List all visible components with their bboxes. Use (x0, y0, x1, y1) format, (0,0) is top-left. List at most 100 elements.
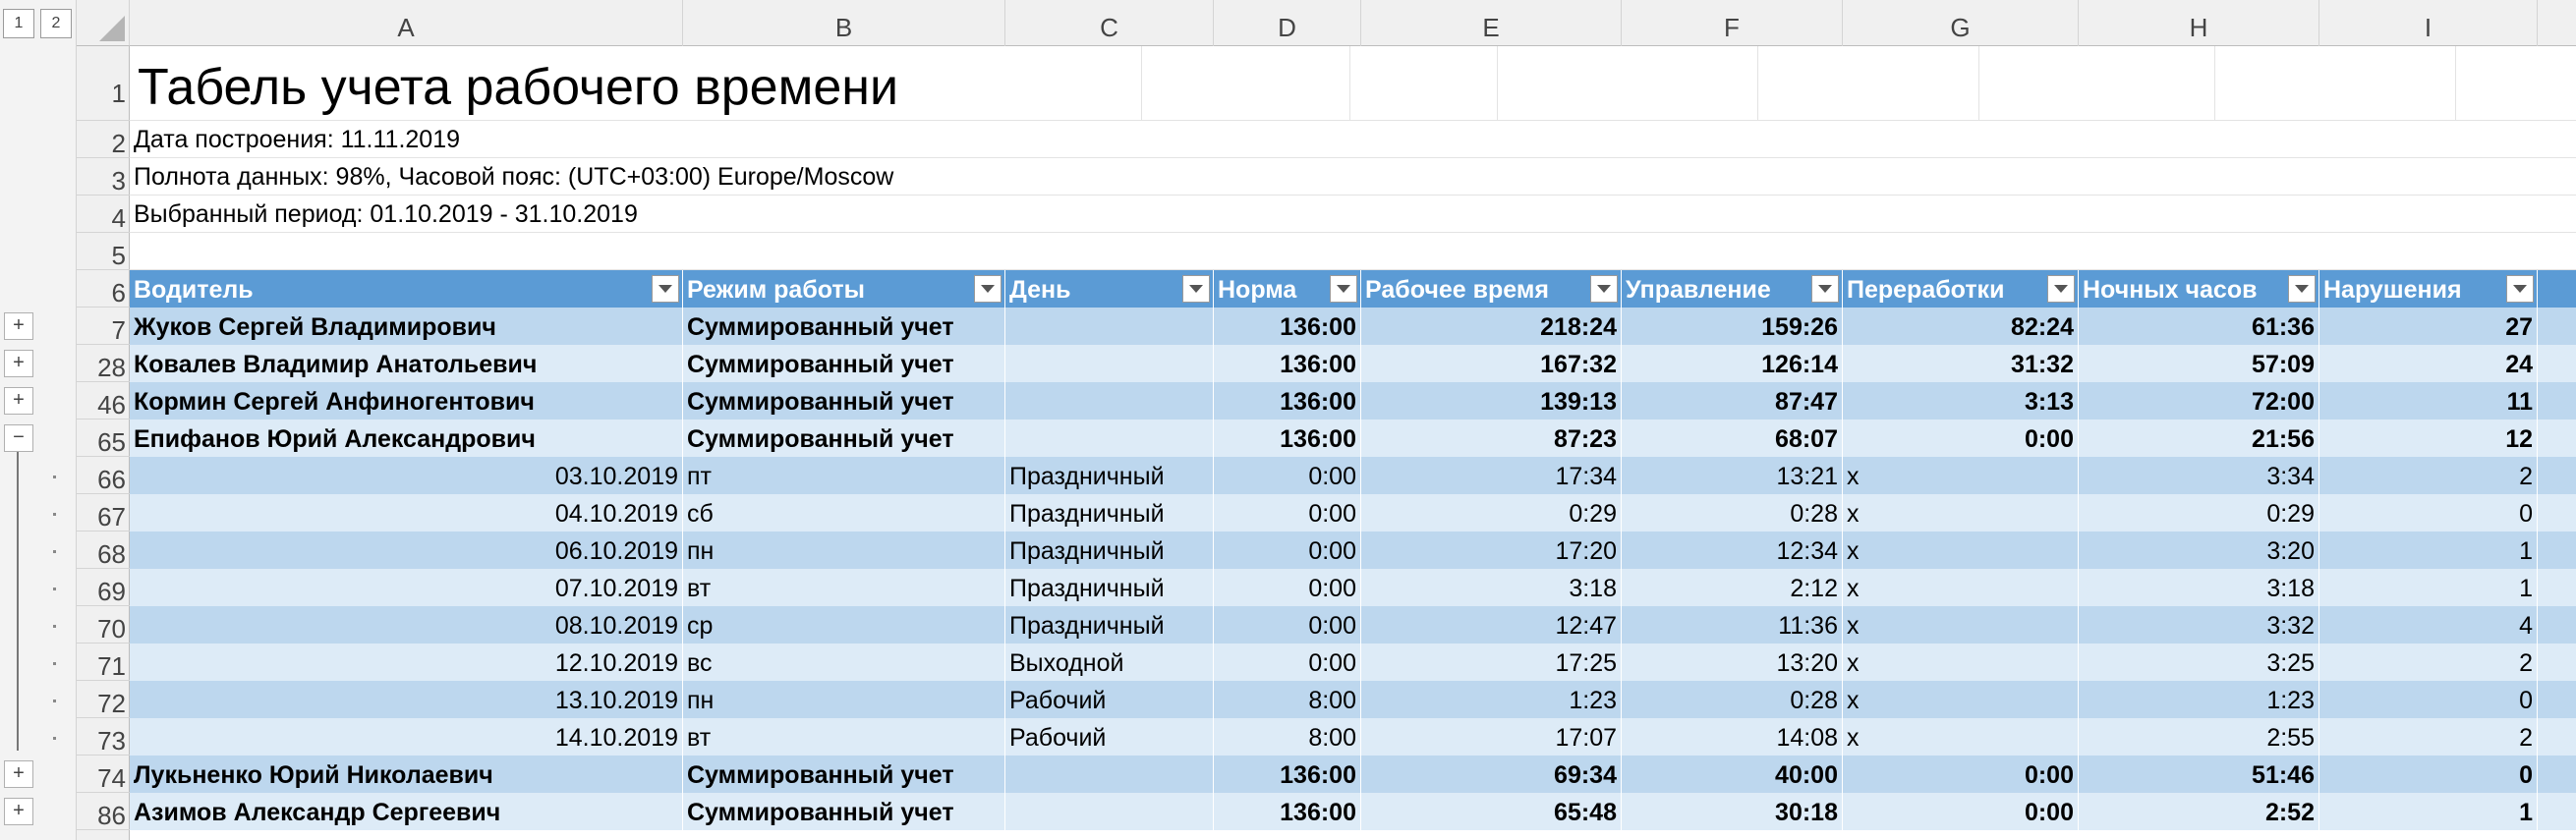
row-header[interactable]: 1 (77, 46, 130, 121)
table-cell[interactable] (1005, 345, 1214, 382)
table-cell[interactable]: Суммированный учет (683, 308, 1005, 345)
table-cell[interactable]: x (1843, 644, 2079, 681)
table-cell[interactable]: 87:47 (1622, 382, 1843, 420)
table-cell[interactable]: Рабочий (1005, 718, 1214, 756)
table-cell[interactable]: 0:00 (1843, 756, 2079, 793)
table-cell[interactable] (1005, 793, 1214, 830)
row-header[interactable]: 6 (77, 270, 130, 308)
cell-A3[interactable]: Полнота данных: 98%, Часовой пояс: (UTC+… (130, 158, 2576, 196)
row-header[interactable]: 69 (77, 569, 130, 606)
table-cell[interactable]: 31:32 (1843, 345, 2079, 382)
table-cell[interactable]: пн (683, 681, 1005, 718)
table-cell[interactable]: 2 (2319, 644, 2538, 681)
table-cell[interactable]: 2:12 (1622, 569, 1843, 606)
table-cell[interactable]: 57:09 (2079, 345, 2319, 382)
row-header[interactable]: 46 (77, 382, 130, 420)
table-cell[interactable]: 0:00 (1843, 793, 2079, 830)
table-cell[interactable]: 0 (2319, 681, 2538, 718)
cell-D1[interactable] (1350, 46, 1498, 121)
collapse-group-button[interactable]: − (4, 424, 33, 452)
table-cell[interactable]: 17:20 (1361, 532, 1622, 569)
table-cell[interactable]: 61:36 (2079, 308, 2319, 345)
row-header[interactable]: 66 (77, 457, 130, 494)
table-cell[interactable]: Рабочий (1005, 681, 1214, 718)
table-cell[interactable]: x (1843, 681, 2079, 718)
table-cell[interactable]: Праздничный (1005, 569, 1214, 606)
table-cell[interactable]: 3:13 (1843, 382, 2079, 420)
filter-dropdown-icon[interactable] (2047, 275, 2075, 303)
table-cell[interactable]: 136:00 (1214, 756, 1361, 793)
table-cell[interactable]: Суммированный учет (683, 756, 1005, 793)
table-cell[interactable]: 11 (2319, 382, 2538, 420)
cell-E1[interactable] (1498, 46, 1758, 121)
table-cell[interactable]: 68:07 (1622, 420, 1843, 457)
table-cell[interactable]: 136:00 (1214, 793, 1361, 830)
row-header[interactable]: 72 (77, 681, 130, 718)
table-cell[interactable]: 17:34 (1361, 457, 1622, 494)
row-header[interactable]: 73 (77, 718, 130, 756)
table-cell[interactable]: 51:46 (2079, 756, 2319, 793)
outline-level-1-button[interactable]: 1 (3, 9, 34, 38)
table-cell[interactable] (1005, 756, 1214, 793)
table-cell[interactable]: Ковалев Владимир Анатольевич (130, 345, 683, 382)
table-cell[interactable]: 4 (2319, 606, 2538, 644)
cell-H1[interactable] (2215, 46, 2456, 121)
table-header-cell[interactable]: Норма (1214, 270, 1361, 308)
row-header[interactable]: 70 (77, 606, 130, 644)
filter-dropdown-icon[interactable] (1330, 275, 1357, 303)
table-cell[interactable]: 0:00 (1214, 457, 1361, 494)
table-cell[interactable] (1005, 382, 1214, 420)
table-cell[interactable]: ср (683, 606, 1005, 644)
table-cell[interactable]: 11:36 (1622, 606, 1843, 644)
table-cell[interactable]: 167:32 (1361, 345, 1622, 382)
table-cell[interactable]: 17:07 (1361, 718, 1622, 756)
table-cell[interactable]: x (1843, 494, 2079, 532)
table-cell[interactable]: Жуков Сергей Владимирович (130, 308, 683, 345)
table-cell[interactable]: 139:13 (1361, 382, 1622, 420)
table-cell[interactable] (1005, 308, 1214, 345)
table-cell[interactable]: 0:00 (1214, 606, 1361, 644)
table-cell[interactable]: 2 (2319, 457, 2538, 494)
filter-dropdown-icon[interactable] (974, 275, 1002, 303)
table-cell[interactable]: 2:52 (2079, 793, 2319, 830)
table-cell[interactable]: Праздничный (1005, 606, 1214, 644)
cell-I1[interactable] (2456, 46, 2576, 121)
table-cell[interactable]: 136:00 (1214, 345, 1361, 382)
table-cell[interactable]: 12:47 (1361, 606, 1622, 644)
table-cell[interactable]: 72:00 (2079, 382, 2319, 420)
table-cell[interactable]: 0:29 (1361, 494, 1622, 532)
expand-group-button[interactable]: + (4, 798, 33, 825)
table-header-cell[interactable]: Ночных часов (2079, 270, 2319, 308)
table-cell[interactable]: 3:34 (2079, 457, 2319, 494)
cell-A1[interactable]: Табель учета рабочего времени (130, 46, 1142, 121)
table-cell[interactable]: 0:00 (1214, 532, 1361, 569)
table-cell[interactable]: 8:00 (1214, 681, 1361, 718)
table-cell[interactable]: 0:28 (1622, 681, 1843, 718)
table-cell[interactable]: Выходной (1005, 644, 1214, 681)
filter-dropdown-icon[interactable] (652, 275, 679, 303)
table-cell[interactable]: Суммированный учет (683, 345, 1005, 382)
column-header-i[interactable]: I (2319, 0, 2538, 46)
row-header[interactable]: 71 (77, 644, 130, 681)
filter-dropdown-icon[interactable] (1182, 275, 1210, 303)
cell-F1[interactable] (1758, 46, 1979, 121)
table-cell[interactable]: Азимов Александр Сергеевич (130, 793, 683, 830)
table-header-cell[interactable]: День (1005, 270, 1214, 308)
table-cell[interactable]: 13:20 (1622, 644, 1843, 681)
table-cell[interactable]: x (1843, 532, 2079, 569)
row-header[interactable]: 68 (77, 532, 130, 569)
filter-dropdown-icon[interactable] (1590, 275, 1618, 303)
expand-group-button[interactable]: + (4, 350, 33, 377)
row-header[interactable]: 86 (77, 793, 130, 830)
table-cell[interactable]: 14.10.2019 (130, 718, 683, 756)
table-cell[interactable]: Суммированный учет (683, 793, 1005, 830)
table-cell[interactable]: 159:26 (1622, 308, 1843, 345)
column-header-g[interactable]: G (1843, 0, 2079, 46)
column-header-c[interactable]: C (1005, 0, 1214, 46)
table-cell[interactable]: 0 (2319, 756, 2538, 793)
table-cell[interactable]: Праздничный (1005, 532, 1214, 569)
table-cell[interactable]: пт (683, 457, 1005, 494)
table-cell[interactable]: 2:55 (2079, 718, 2319, 756)
table-cell[interactable]: 12 (2319, 420, 2538, 457)
row-header[interactable]: 65 (77, 420, 130, 457)
